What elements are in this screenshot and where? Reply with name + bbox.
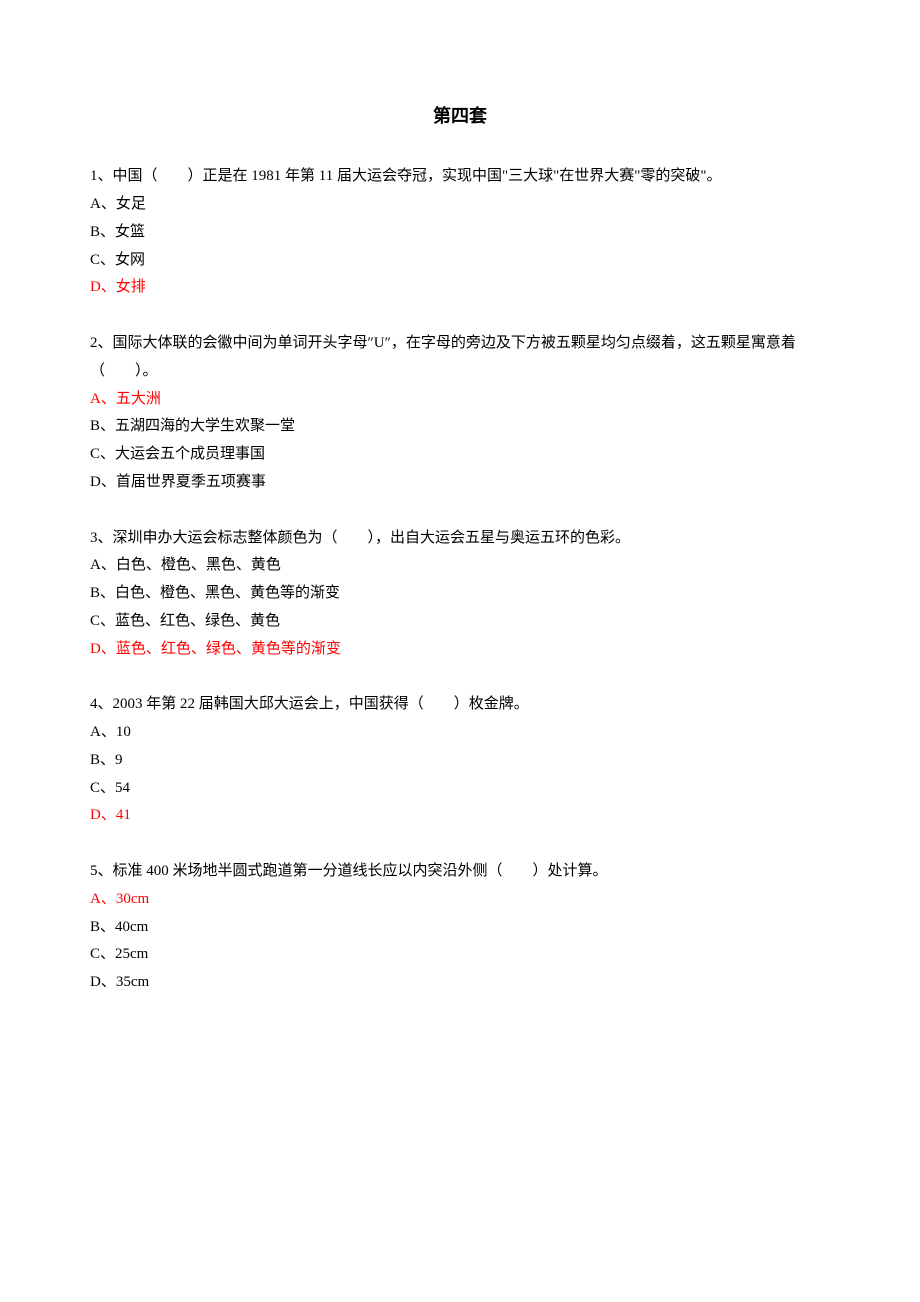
option-b: B、五湖四海的大学生欢聚一堂	[90, 413, 830, 441]
question-block: 1、中国（ ）正是在 1981 年第 11 届大运会夺冠，实现中国"三大球"在世…	[90, 163, 830, 302]
question-block: 3、深圳申办大运会标志整体颜色为（ ），出自大运会五星与奥运五环的色彩。 A、白…	[90, 525, 830, 664]
option-c: C、蓝色、红色、绿色、黄色	[90, 608, 830, 636]
option-d: D、首届世界夏季五项赛事	[90, 469, 830, 497]
option-d: D、41	[90, 802, 830, 830]
option-b: B、40cm	[90, 914, 830, 942]
option-c: C、大运会五个成员理事国	[90, 441, 830, 469]
document-page: 第四套 1、中国（ ）正是在 1981 年第 11 届大运会夺冠，实现中国"三大…	[0, 0, 920, 1085]
question-block: 5、标准 400 米场地半圆式跑道第一分道线长应以内突沿外侧（ ）处计算。 A、…	[90, 858, 830, 997]
option-d: D、35cm	[90, 969, 830, 997]
option-b: B、白色、橙色、黑色、黄色等的渐变	[90, 580, 830, 608]
option-b: B、9	[90, 747, 830, 775]
option-c: C、女网	[90, 247, 830, 275]
option-a: A、30cm	[90, 886, 830, 914]
question-block: 4、2003 年第 22 届韩国大邱大运会上，中国获得（ ）枚金牌。 A、10 …	[90, 691, 830, 830]
option-d: D、女排	[90, 274, 830, 302]
option-c: C、54	[90, 775, 830, 803]
question-text: 2、国际大体联的会徽中间为单词开头字母″U″，在字母的旁边及下方被五颗星均匀点缀…	[90, 330, 830, 386]
option-a: A、五大洲	[90, 386, 830, 414]
page-title: 第四套	[90, 100, 830, 133]
option-c: C、25cm	[90, 941, 830, 969]
question-text: 4、2003 年第 22 届韩国大邱大运会上，中国获得（ ）枚金牌。	[90, 691, 830, 719]
option-b: B、女篮	[90, 219, 830, 247]
question-text: 3、深圳申办大运会标志整体颜色为（ ），出自大运会五星与奥运五环的色彩。	[90, 525, 830, 553]
question-block: 2、国际大体联的会徽中间为单词开头字母″U″，在字母的旁边及下方被五颗星均匀点缀…	[90, 330, 830, 497]
question-text: 5、标准 400 米场地半圆式跑道第一分道线长应以内突沿外侧（ ）处计算。	[90, 858, 830, 886]
option-a: A、10	[90, 719, 830, 747]
option-d: D、蓝色、红色、绿色、黄色等的渐变	[90, 636, 830, 664]
option-a: A、白色、橙色、黑色、黄色	[90, 552, 830, 580]
question-text: 1、中国（ ）正是在 1981 年第 11 届大运会夺冠，实现中国"三大球"在世…	[90, 163, 830, 191]
option-a: A、女足	[90, 191, 830, 219]
